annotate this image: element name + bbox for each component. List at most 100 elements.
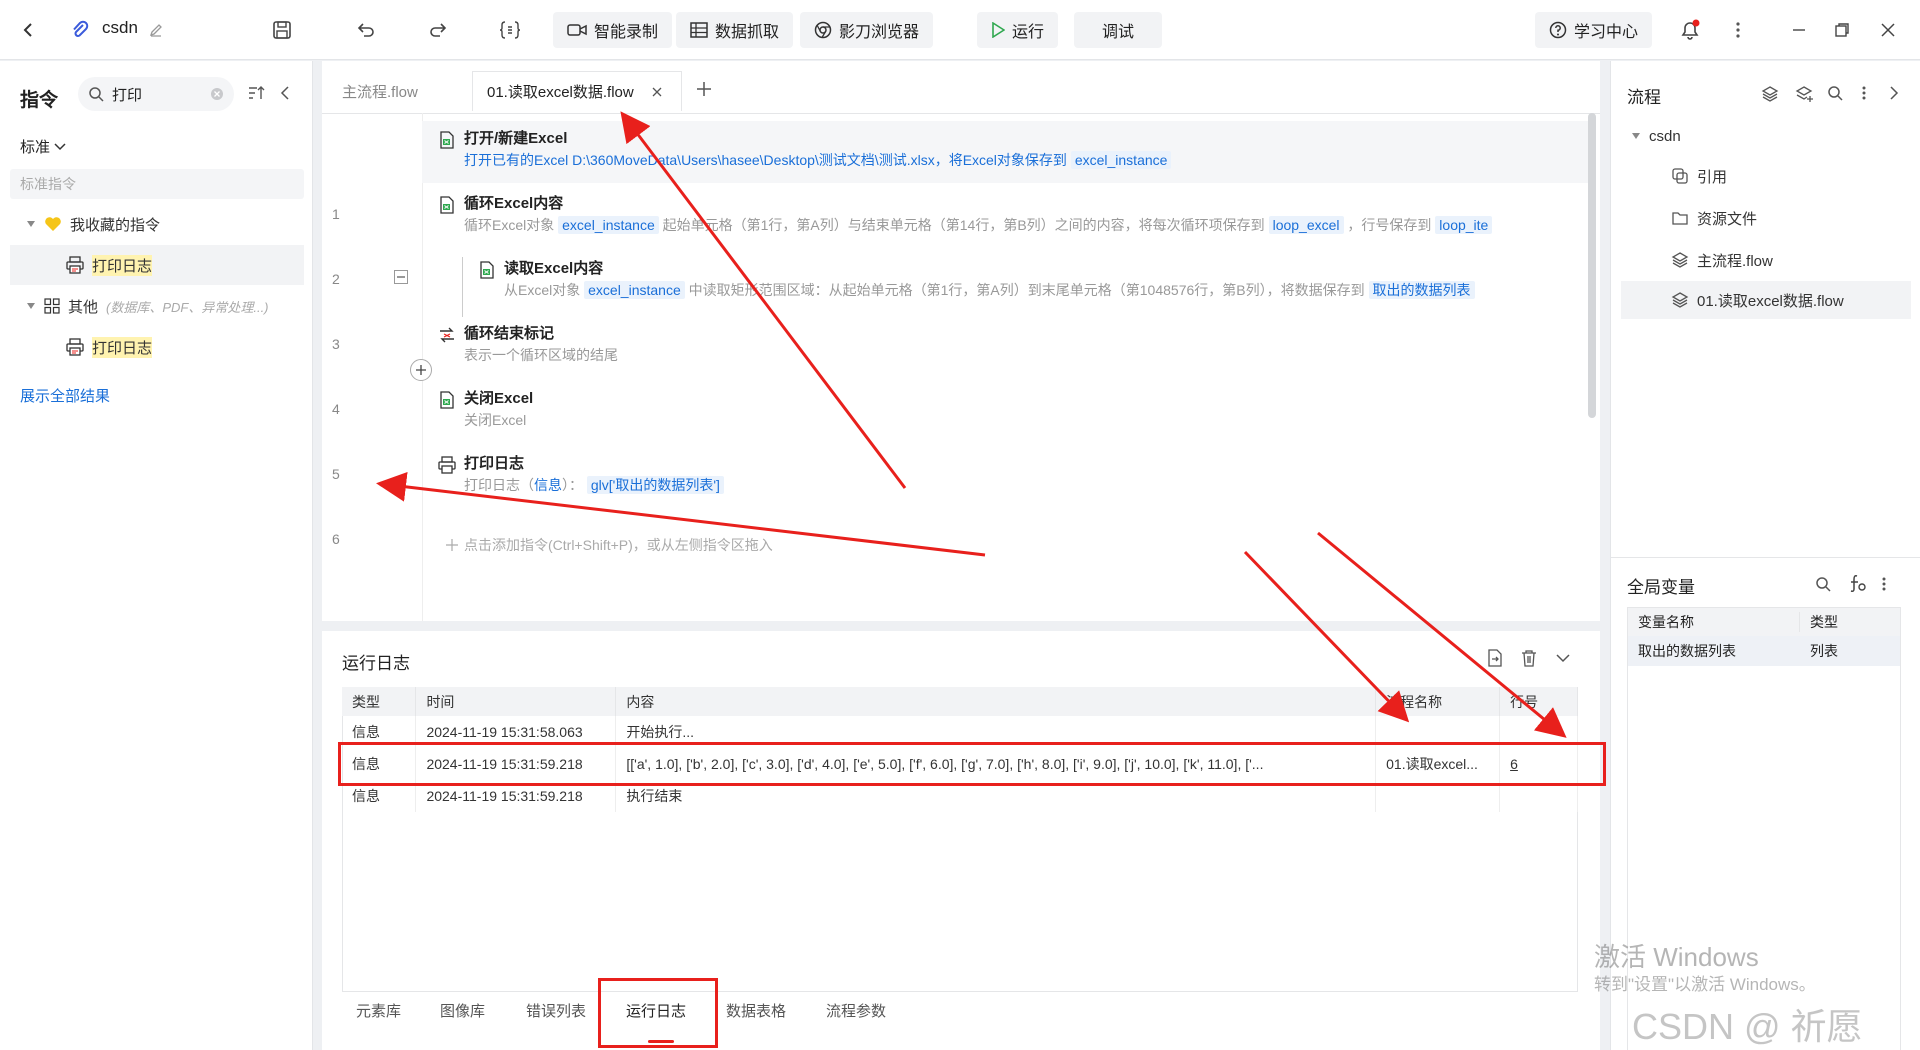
favorites-group[interactable]: 我收藏的指令 [26, 204, 160, 244]
more-vertical-icon[interactable] [1881, 576, 1887, 592]
step-description: 打开已有的Excel D:\360MoveData\Users\hasee\De… [464, 150, 1584, 170]
step-title: 打开/新建Excel [464, 130, 568, 147]
minimize-icon[interactable] [1785, 16, 1813, 44]
smart-record-button[interactable]: 智能录制 [553, 12, 673, 48]
desc-text: 起始单元格（第1行，第A列）与结束单元格（第14行，第B列）之间的内容，将每次循… [662, 217, 1265, 233]
tab-main-flow[interactable]: 主流程.flow [342, 71, 418, 111]
instruction-panel: 指令 打印 标准 标准指令 我收藏的指令 打印日志 其他 (数据库、PDF、异常… [0, 61, 313, 1050]
collapse-toggle-icon[interactable] [394, 270, 408, 284]
close-tab-icon[interactable] [652, 87, 662, 97]
other-group[interactable]: 其他 (数据库、PDF、异常处理...) [26, 286, 269, 326]
instruction-search-input[interactable]: 打印 [78, 77, 234, 111]
code-braces-icon[interactable] [496, 16, 524, 44]
favorites-label: 我收藏的指令 [70, 216, 161, 234]
grid-icon [44, 298, 60, 314]
clear-icon[interactable] [210, 87, 224, 101]
loop-end-icon [440, 327, 454, 343]
collapse-panel-icon[interactable] [280, 85, 290, 101]
desc-text: 打印日志（ [464, 477, 534, 493]
tab-read-excel-flow[interactable]: 01.读取excel数据.flow [472, 71, 682, 111]
global-vars-header: 变量名称 类型 [1628, 608, 1900, 636]
project-name: csdn [102, 18, 138, 37]
video-camera-icon [567, 24, 587, 36]
other-print-log-item[interactable]: 打印日志 [10, 327, 304, 367]
step-loop-excel[interactable]: 循环Excel内容 循环Excel对象 excel_instance 起始单元格… [422, 186, 1592, 248]
line-number: 6 [332, 531, 340, 547]
step-read-excel[interactable]: 读取Excel内容 从Excel对象 excel_instance 中读取矩形范… [462, 251, 1592, 313]
step-close-excel[interactable]: 关闭Excel 关闭Excel [422, 381, 1592, 443]
run-button[interactable]: 运行 [977, 12, 1059, 48]
data-capture-button[interactable]: 数据抓取 [676, 12, 794, 48]
chevron-down-icon[interactable] [1556, 653, 1570, 663]
step-loop-end[interactable]: 循环结束标记 表示一个循环区域的结尾 [422, 316, 1592, 378]
restore-icon[interactable] [1828, 16, 1856, 44]
step-print-log[interactable]: 打印日志 打印日志（信息）： glv['取出的数据列表'] [422, 446, 1592, 508]
more-vertical-icon[interactable] [1861, 85, 1867, 101]
tree-item-resources[interactable]: 资源文件 [1671, 199, 1757, 237]
save-icon[interactable] [268, 16, 296, 44]
sort-icon[interactable] [248, 85, 266, 101]
export-icon[interactable] [1486, 649, 1504, 667]
tree-item-main-flow[interactable]: 主流程.flow [1671, 241, 1773, 279]
close-window-icon[interactable] [1874, 16, 1902, 44]
step-description: 关闭Excel [464, 412, 527, 428]
edit-pencil-icon[interactable] [142, 16, 170, 44]
learning-center-button[interactable]: 学习中心 [1535, 12, 1653, 48]
tab-error-list[interactable]: 错误列表 [526, 1000, 586, 1021]
layers-icon [1671, 292, 1689, 308]
favorite-print-log-item[interactable]: 打印日志 [10, 245, 304, 285]
log-title: 运行日志 [342, 654, 410, 673]
chevron-right-icon[interactable] [1889, 85, 1899, 101]
bell-icon[interactable] [1676, 16, 1704, 44]
var-excel-instance: excel_instance [558, 216, 659, 234]
add-flow-icon[interactable] [1795, 85, 1813, 103]
layers-icon [1671, 252, 1689, 268]
undo-icon[interactable] [352, 16, 380, 44]
line-number: 2 [332, 271, 340, 287]
debug-button[interactable]: 调试 [1074, 12, 1163, 48]
search-icon [89, 87, 104, 102]
search-icon[interactable] [1815, 576, 1831, 592]
col-line: 行号 [1499, 687, 1578, 716]
step-open-excel[interactable]: 打开/新建Excel 打开已有的Excel D:\360MoveData\Use… [422, 121, 1592, 183]
tree-item-read-excel-flow[interactable]: 01.读取excel数据.flow [1621, 281, 1911, 319]
more-vertical-icon[interactable] [1724, 16, 1752, 44]
tab-data-table[interactable]: 数据表格 [726, 1000, 786, 1021]
layers-icon[interactable] [1761, 85, 1779, 103]
excel-loop-icon [440, 196, 454, 214]
hint-text: 点击添加指令(Ctrl+Shift+P)，或从左侧指令区拖入 [464, 537, 773, 553]
desc-text: 打开已有的Excel D:\360MoveData\Users\hasee\De… [464, 152, 1067, 168]
desc-text: ）： [562, 477, 583, 493]
section-header: 标准指令 [10, 169, 304, 199]
trash-icon[interactable] [1520, 649, 1538, 667]
back-icon[interactable] [14, 16, 42, 44]
redo-icon[interactable] [424, 16, 452, 44]
tab-element-library[interactable]: 元素库 [356, 1000, 401, 1021]
tab-image-library[interactable]: 图像库 [440, 1000, 485, 1021]
reference-icon [1672, 168, 1688, 184]
add-instruction-hint[interactable]: 点击添加指令(Ctrl+Shift+P)，或从左侧指令区拖入 [446, 535, 773, 555]
run-label: 运行 [1012, 24, 1045, 41]
shadowbot-browser-button[interactable]: 影刀浏览器 [800, 12, 934, 48]
step-title: 循环结束标记 [464, 325, 555, 342]
tree-root-csdn[interactable]: csdn [1631, 117, 1681, 155]
tab-flow-params[interactable]: 流程参数 [826, 1000, 886, 1021]
filter-dropdown[interactable]: 标准 [20, 136, 66, 157]
col-flow-name: 流程名称 [1375, 687, 1501, 716]
insert-step-icon[interactable] [410, 359, 432, 381]
plus-icon [446, 539, 458, 551]
show-all-results-link[interactable]: 展示全部结果 [20, 385, 110, 406]
col-var-type: 类型 [1810, 614, 1838, 630]
var-type: 列表 [1810, 643, 1838, 659]
search-icon[interactable] [1827, 85, 1843, 101]
panel-title: 指令 [20, 90, 59, 111]
editor-scrollbar[interactable] [1588, 113, 1596, 418]
step-title: 循环Excel内容 [464, 195, 564, 212]
tree-item-reference[interactable]: 引用 [1671, 157, 1727, 195]
global-var-row[interactable]: 取出的数据列表 列表 [1628, 636, 1900, 666]
add-tab-icon[interactable] [696, 81, 712, 97]
function-icon[interactable] [1847, 573, 1867, 593]
desc-text: ，行号保存到 [1347, 217, 1432, 233]
debug-label: 调试 [1102, 24, 1135, 41]
data-capture-label: 数据抓取 [715, 24, 780, 41]
